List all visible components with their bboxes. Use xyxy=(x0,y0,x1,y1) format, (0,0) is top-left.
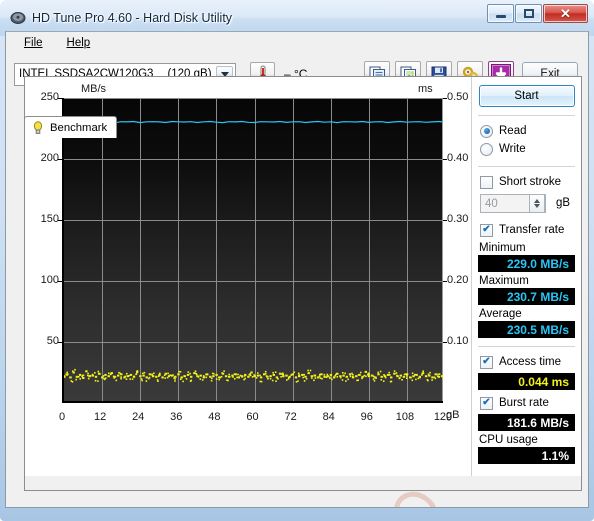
y-axis-unit-right: ms xyxy=(418,83,433,95)
radio-read-label: Read xyxy=(499,125,527,137)
menu-file-label: File xyxy=(24,36,43,49)
x-axis-tick-label: 12 xyxy=(93,411,107,423)
maximum-label: Maximum xyxy=(479,275,529,287)
y-axis-unit-left: MB/s xyxy=(81,83,107,95)
y2-axis-tick xyxy=(443,159,447,160)
x-axis-tick-label: 36 xyxy=(170,411,183,423)
watermark: pcEu xyxy=(385,483,447,507)
tab-benchmark[interactable]: Benchmark xyxy=(24,116,118,138)
tab-label: Benchmark xyxy=(50,121,108,134)
minimize-button[interactable] xyxy=(487,4,514,23)
minimum-label: Minimum xyxy=(479,242,526,254)
results-panel: Start Read Write Short stroke 40 gB ✔ Tr… xyxy=(471,77,581,490)
access-time-trace xyxy=(64,368,443,383)
y2-axis-tick xyxy=(443,281,447,282)
minimum-value: 229.0 MB/s xyxy=(478,255,575,272)
close-icon: ✕ xyxy=(560,6,571,21)
x-axis-tick-label: 60 xyxy=(246,411,259,423)
stepper-up-icon xyxy=(534,199,540,203)
close-button[interactable]: ✕ xyxy=(543,4,588,23)
lightbulb-icon xyxy=(31,120,45,135)
y2-axis-tick xyxy=(443,98,447,99)
checkbox-short-stroke-icon xyxy=(480,175,493,189)
short-stroke-input[interactable]: 40 xyxy=(480,194,546,213)
menu-bar: File Help xyxy=(6,32,588,53)
divider xyxy=(478,115,575,116)
divider xyxy=(478,346,575,347)
short-stroke-value: 40 xyxy=(485,197,498,210)
maximum-value: 230.7 MB/s xyxy=(478,288,575,305)
short-stroke-stepper[interactable] xyxy=(529,194,545,213)
checkbox-access-time-icon xyxy=(480,355,493,369)
checkbox-transfer-rate[interactable]: Transfer rate xyxy=(478,221,575,239)
title-bar: HD Tune Pro 4.60 - Hard Disk Utility ✕ xyxy=(5,4,589,31)
radio-write-label: Write xyxy=(499,143,526,155)
checkbox-access-time[interactable]: Access time xyxy=(478,353,575,371)
y-axis-tick-label: 200 xyxy=(40,152,59,164)
short-stroke-unit: gB xyxy=(556,197,571,209)
radio-read[interactable]: Read xyxy=(478,122,575,140)
x-axis-tick-label: 48 xyxy=(208,411,221,423)
y-axis-tick xyxy=(58,342,62,343)
x-axis-tick-label: 72 xyxy=(284,411,297,423)
burst-rate-label: Burst rate xyxy=(499,397,549,409)
cpu-usage-value: 1.1% xyxy=(478,447,575,464)
x-axis-tick-label: 96 xyxy=(360,411,373,423)
start-label: Start xyxy=(514,90,539,102)
y2-axis-tick xyxy=(443,342,447,343)
cpu-usage-label: CPU usage xyxy=(479,434,538,446)
y-axis-tick xyxy=(58,281,62,282)
client-area: File Help INTEL SSDSA2CW120G3 (120 gB) –… xyxy=(5,31,589,508)
transfer-rate-label: Transfer rate xyxy=(499,224,565,236)
radio-write-icon xyxy=(480,142,493,156)
x-axis-tick-label: 108 xyxy=(395,411,415,423)
benchmark-panel: MB/s ms 50 100 150 200 250 0.10 0.20 0.30 0.40 0… xyxy=(24,76,582,507)
y-axis-tick-label: 250 xyxy=(40,91,59,103)
menu-help-label: Help xyxy=(66,36,91,49)
window-controls: ✕ xyxy=(487,4,588,23)
y-axis-tick-label: 50 xyxy=(46,335,59,347)
maximize-button[interactable] xyxy=(515,4,542,23)
checkbox-short-stroke[interactable]: Short stroke xyxy=(478,173,575,191)
average-value: 230.5 MB/s xyxy=(478,321,575,338)
y-axis-tick-label: 150 xyxy=(40,213,59,225)
checkbox-burst-rate[interactable]: Burst rate xyxy=(478,394,575,412)
y-axis-tick xyxy=(58,98,62,99)
short-stroke-label: Short stroke xyxy=(499,176,561,188)
radio-read-icon xyxy=(480,124,493,138)
start-button[interactable]: Start xyxy=(478,85,575,107)
short-stroke-row: 40 gB xyxy=(478,194,575,217)
stepper-down-icon xyxy=(534,204,540,208)
hdd-icon xyxy=(10,10,26,26)
status-bar xyxy=(25,476,581,490)
x-axis-tick-label: 0 xyxy=(58,411,66,423)
window-title: HD Tune Pro 4.60 - Hard Disk Utility xyxy=(32,10,233,25)
minimize-icon xyxy=(495,15,506,18)
x-axis-tick-label: 24 xyxy=(132,411,145,423)
checkbox-burst-rate-icon xyxy=(480,396,493,410)
checkbox-transfer-rate-icon xyxy=(480,223,493,237)
benchmark-chart: MB/s ms 50 100 150 200 250 0.10 0.20 0.30 0.40 0… xyxy=(25,77,473,507)
radio-write[interactable]: Write xyxy=(478,140,575,158)
divider xyxy=(478,166,575,167)
average-label: Average xyxy=(479,308,522,320)
maximize-icon xyxy=(523,9,534,18)
menu-help[interactable]: Help xyxy=(57,35,101,51)
burst-rate-value: 181.6 MB/s xyxy=(478,414,575,431)
y-axis-tick-label: 100 xyxy=(40,274,59,286)
plot-area xyxy=(62,98,443,403)
access-time-label: Access time xyxy=(499,356,561,368)
app-window: HD Tune Pro 4.60 - Hard Disk Utility ✕ F… xyxy=(0,0,594,521)
access-time-value: 0.044 ms xyxy=(478,373,575,390)
x-axis-tick-label: 84 xyxy=(322,411,335,423)
x-axis-unit: gB xyxy=(446,409,460,421)
menu-file[interactable]: File xyxy=(14,35,53,51)
y-axis-tick xyxy=(58,159,62,160)
y2-axis-tick xyxy=(443,220,447,221)
y-axis-tick xyxy=(58,220,62,221)
